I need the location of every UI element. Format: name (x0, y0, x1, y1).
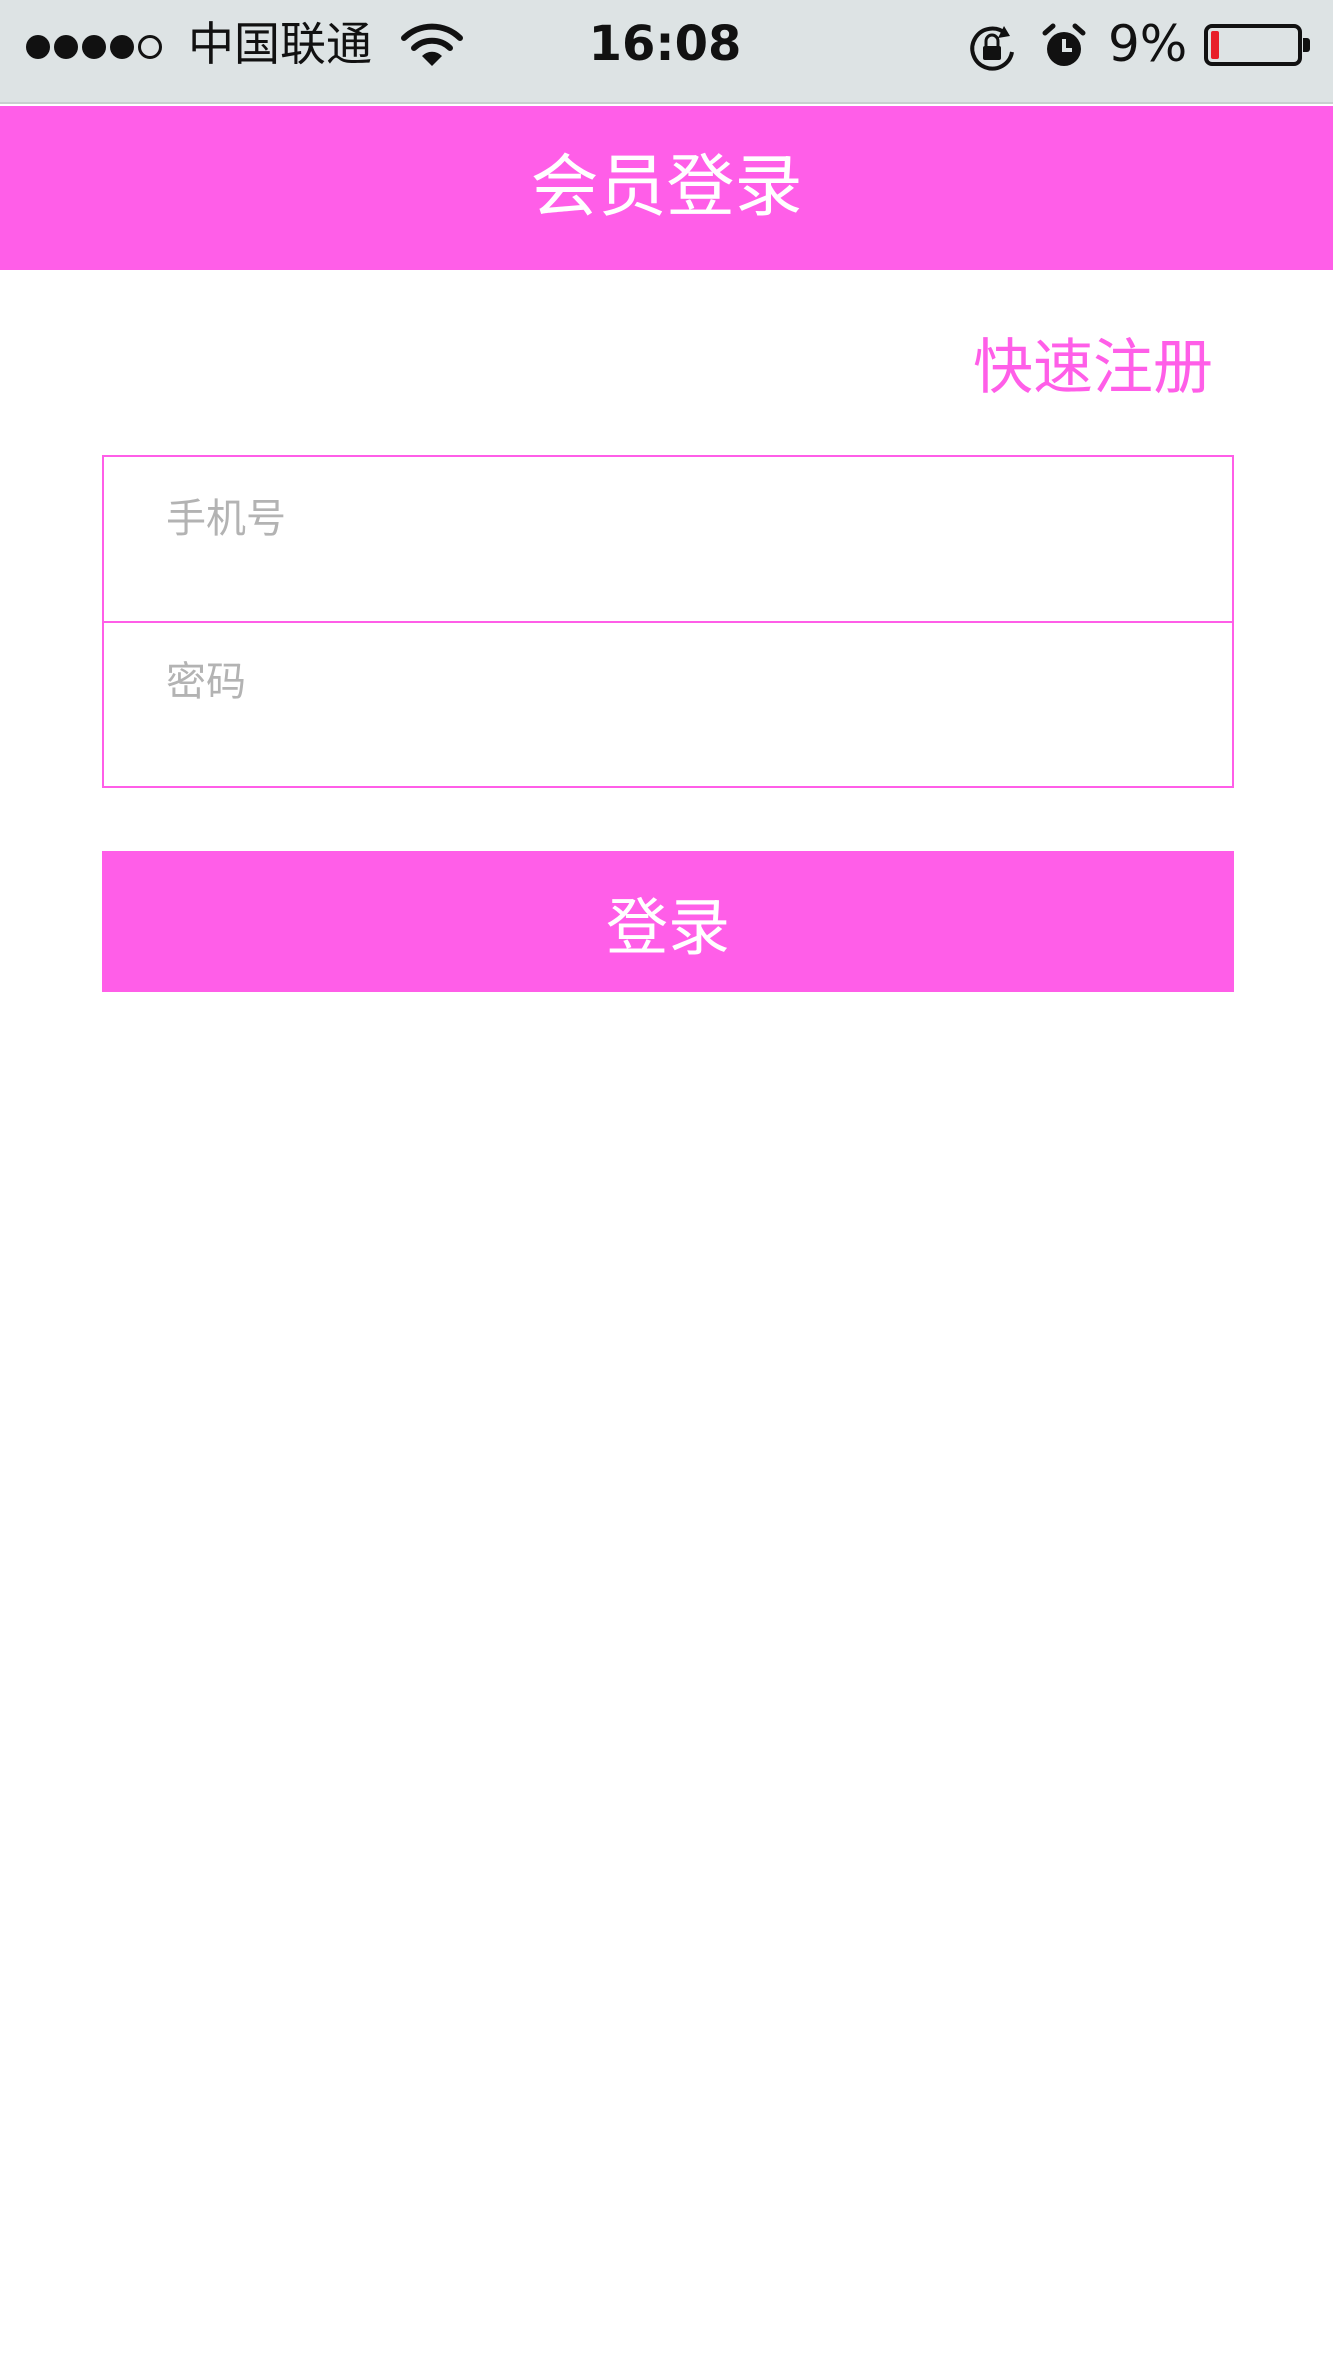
password-input[interactable] (104, 623, 1232, 788)
signal-dot (82, 35, 106, 59)
battery-level-fill (1211, 31, 1219, 59)
quick-register-link[interactable]: 快速注册 (973, 328, 1213, 408)
wifi-icon (401, 23, 463, 66)
battery-nub (1303, 38, 1310, 52)
signal-strength-icon (26, 30, 162, 64)
login-button[interactable]: 登录 (102, 851, 1234, 992)
signal-dot (110, 35, 134, 59)
status-bar: 中国联通 16:08 9% (0, 0, 1333, 104)
phone-number-input[interactable] (104, 457, 1232, 621)
signal-dot (26, 35, 50, 59)
login-form (102, 455, 1234, 788)
nav-bar: 会员登录 (0, 106, 1333, 270)
battery-percentage: 9% (1108, 15, 1188, 73)
signal-dot (54, 35, 78, 59)
alarm-icon (1042, 23, 1086, 66)
signal-dot-empty (138, 35, 162, 59)
page-title: 会员登录 (530, 148, 803, 227)
clock-time: 16:08 (588, 16, 742, 72)
carrier-name: 中国联通 (188, 17, 372, 71)
battery-icon (1204, 24, 1310, 66)
rotation-lock-icon (970, 26, 1014, 71)
